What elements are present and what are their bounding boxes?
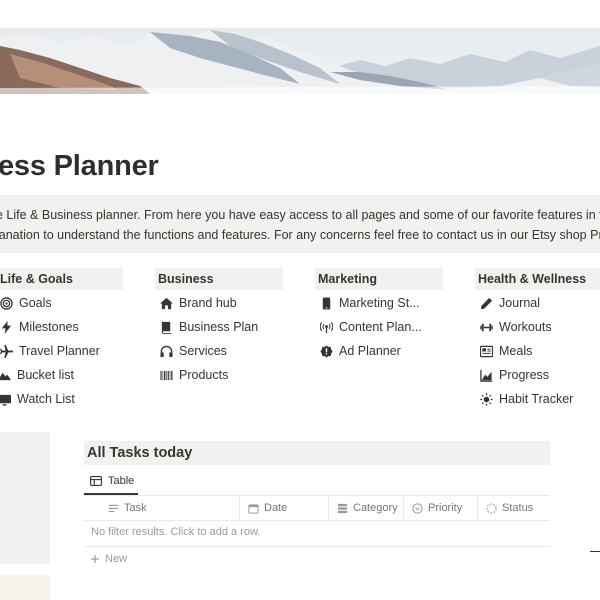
broadcast-icon	[320, 321, 333, 333]
link-bucket-list[interactable]: Bucket list	[0, 365, 74, 385]
scroll-indicator	[590, 551, 600, 552]
link-label: Progress	[499, 368, 550, 382]
heading-life-goals: Life & Goals	[0, 268, 123, 290]
link-habit-tracker[interactable]: Habit Tracker	[480, 389, 573, 409]
column-header-date[interactable]: Date	[240, 496, 329, 520]
select-icon	[412, 502, 423, 514]
barcode-icon	[160, 370, 173, 380]
link-goals[interactable]: Goals	[0, 293, 52, 313]
tasks-heading: All Tasks today	[84, 441, 550, 465]
column-header-priority[interactable]: Priority	[404, 496, 478, 520]
link-content-planner[interactable]: Content Plan...	[320, 317, 422, 337]
house-icon	[160, 297, 173, 309]
link-brand-hub[interactable]: Brand hub	[160, 293, 237, 313]
new-row-label: New	[105, 553, 128, 565]
column-header-label: Priority	[428, 502, 463, 514]
column-header-label: Task	[124, 502, 147, 514]
column-header-label: Status	[502, 502, 534, 514]
link-products[interactable]: Products	[160, 365, 228, 385]
calendar-icon	[248, 503, 259, 514]
link-label: Workouts	[499, 320, 552, 334]
monitor-icon	[0, 394, 11, 406]
heading-business: Business	[155, 268, 283, 290]
header-divider	[84, 520, 550, 521]
link-services[interactable]: Services	[160, 341, 227, 361]
link-label: Brand hub	[179, 296, 237, 310]
column-header-category[interactable]: Category	[329, 496, 404, 520]
link-label: Business Plan	[179, 320, 259, 334]
table-icon	[90, 476, 102, 486]
database-icon	[337, 503, 348, 513]
phone-icon	[322, 296, 331, 310]
column-header-status[interactable]: Status	[478, 496, 550, 520]
empty-state-message[interactable]: No filter results. Click to add a row.	[91, 526, 260, 538]
newspaper-icon	[480, 345, 493, 357]
cover-image	[0, 28, 600, 94]
link-marketing-strategy[interactable]: Marketing St...	[320, 293, 420, 313]
pen-icon	[480, 297, 493, 309]
target-icon	[0, 296, 13, 310]
link-label: Milestones	[19, 320, 79, 334]
text-icon	[108, 504, 119, 512]
sun-icon	[480, 392, 493, 406]
intro-line-2: lanation to understand the functions and…	[0, 228, 600, 242]
tab-label: Table	[108, 475, 135, 487]
intro-line-1: e Life & Business planner. From here you…	[0, 208, 600, 222]
link-label: Ad Planner	[339, 344, 401, 358]
link-label: Journal	[499, 296, 540, 310]
link-label: Bucket list	[17, 368, 74, 382]
link-milestones[interactable]: Milestones	[0, 317, 79, 337]
link-label: Products	[179, 368, 229, 382]
link-label: Travel Planner	[19, 344, 100, 358]
link-meals[interactable]: Meals	[480, 341, 532, 361]
intro-callout: e Life & Business planner. From here you…	[0, 195, 600, 253]
column-header-label: Date	[264, 502, 288, 514]
left-panel-image	[0, 575, 50, 600]
plus-icon	[91, 555, 99, 563]
headphones-icon	[160, 345, 173, 357]
link-label: Content Plan...	[339, 320, 422, 334]
link-label: Habit Tracker	[499, 392, 574, 406]
heading-marketing: Marketing	[315, 268, 443, 290]
link-progress[interactable]: Progress	[480, 365, 549, 385]
page-title: ess Planner	[0, 150, 159, 182]
link-business-plan[interactable]: Business Plan	[160, 317, 258, 337]
link-journal[interactable]: Journal	[480, 293, 540, 313]
new-row-button[interactable]: New	[90, 550, 127, 568]
alert-badge-icon	[320, 344, 333, 358]
link-label: Services	[179, 344, 227, 358]
tab-table[interactable]: Table	[84, 470, 140, 492]
book-icon	[161, 321, 172, 334]
column-header-task[interactable]: Task	[84, 496, 240, 520]
airplane-icon	[0, 344, 13, 358]
mountain-icon	[0, 372, 11, 380]
link-label: Goals	[19, 296, 52, 310]
link-workouts[interactable]: Workouts	[480, 317, 552, 337]
chart-icon	[480, 369, 493, 382]
link-watch-list[interactable]: Watch List	[0, 389, 75, 409]
status-icon	[486, 502, 497, 514]
link-travel-planner[interactable]: Travel Planner	[0, 341, 100, 361]
dumbbell-icon	[480, 323, 493, 331]
heading-health-wellness: Health & Wellness	[475, 268, 600, 290]
column-header-label: Category	[353, 502, 398, 514]
lightning-icon	[1, 320, 12, 334]
link-label: Watch List	[17, 392, 75, 406]
link-ad-planner[interactable]: Ad Planner	[320, 341, 401, 361]
link-label: Meals	[499, 344, 533, 358]
link-label: Marketing St...	[339, 296, 420, 310]
row-divider	[84, 546, 550, 547]
left-panel-block	[0, 432, 50, 564]
